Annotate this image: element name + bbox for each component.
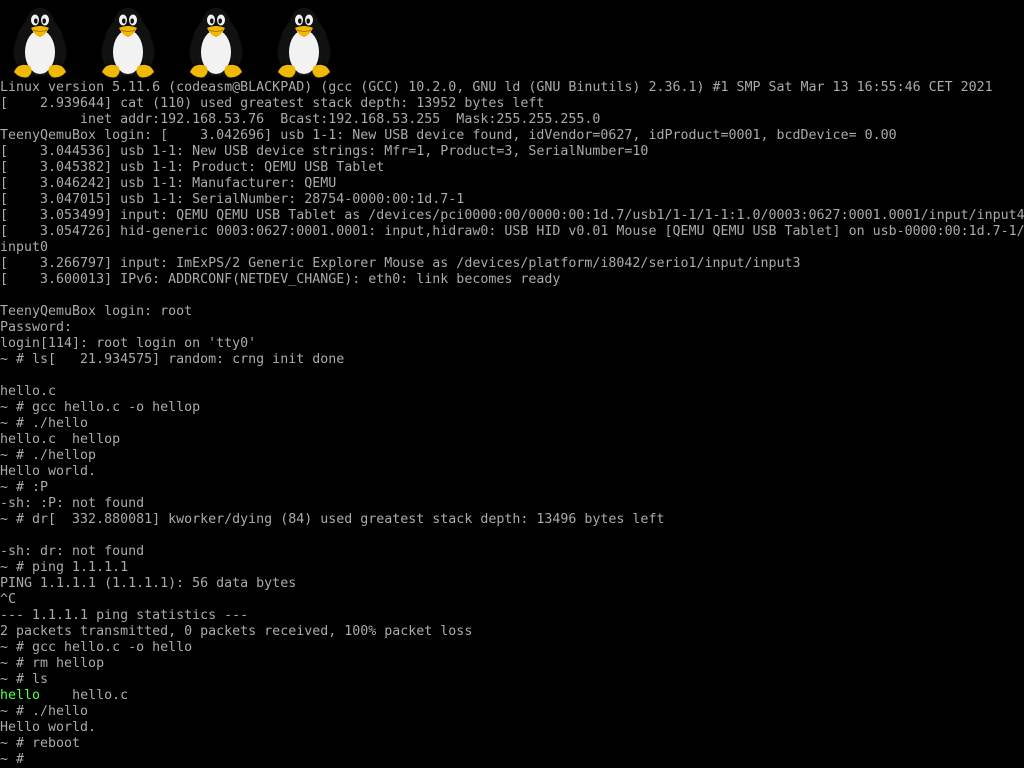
terminal-line: [ 3.054726] hid-generic 0003:0627:0001.0… xyxy=(0,224,1024,239)
terminal-line: ~ # reboot xyxy=(0,736,81,751)
terminal-line: [ 3.053499] input: QEMU QEMU USB Tablet … xyxy=(0,208,1024,223)
terminal-line: TeenyQemuBox login: [ 3.042696] usb 1-1:… xyxy=(0,128,897,143)
terminal-line: ~ # ping 1.1.1.1 xyxy=(0,560,129,575)
terminal-line: -sh: dr: not found xyxy=(0,544,145,559)
terminal-line: [ 2.939644] cat (110) used greatest stac… xyxy=(0,96,545,111)
terminal-line: 2 packets transmitted, 0 packets receive… xyxy=(0,624,473,639)
terminal-line: Hello world. xyxy=(0,464,97,479)
terminal-line: hello.c xyxy=(0,384,57,399)
terminal-line: hello.c hellop xyxy=(0,432,121,447)
tux-penguin-logo-icon xyxy=(264,0,344,80)
terminal-line: ^C xyxy=(0,592,17,607)
terminal-line: Hello world. xyxy=(0,720,97,735)
terminal-line: [ 3.047015] usb 1-1: SerialNumber: 28754… xyxy=(0,192,465,207)
tux-penguin-logo-icon xyxy=(0,0,80,80)
terminal-output[interactable]: Linux version 5.11.6 (codeasm@BLACKPAD) … xyxy=(0,80,1024,768)
terminal-line: Password: xyxy=(0,320,73,335)
tux-penguin-logo-icon xyxy=(88,0,168,80)
terminal-line: [ 3.046242] usb 1-1: Manufacturer: QEMU xyxy=(0,176,337,191)
terminal-line: hello hello.c xyxy=(0,688,1024,704)
terminal-line: [ 3.044536] usb 1-1: New USB device stri… xyxy=(0,144,649,159)
terminal-line: ~ # dr[ 332.880081] kworker/dying (84) u… xyxy=(0,512,665,527)
terminal-line: -sh: :P: not found xyxy=(0,496,145,511)
tux-penguin-logo-icon xyxy=(176,0,256,80)
ls-executable-entry: hello xyxy=(0,688,41,703)
ls-file-entry: hello.c xyxy=(72,688,129,703)
terminal-line: ~ # ls xyxy=(0,672,49,687)
terminal-line: ~ # ./hello xyxy=(0,416,89,431)
terminal-line: inet addr:192.168.53.76 Bcast:192.168.53… xyxy=(0,112,601,127)
linux-framebuffer-console[interactable]: Linux version 5.11.6 (codeasm@BLACKPAD) … xyxy=(0,0,1024,768)
terminal-line: ~ # ls[ 21.934575] random: crng init don… xyxy=(0,352,345,367)
terminal-line: ~ # gcc hello.c -o hello xyxy=(0,640,193,655)
terminal-line: ~ # rm hellop xyxy=(0,656,105,671)
terminal-line: ~ # gcc hello.c -o hellop xyxy=(0,400,201,415)
terminal-line: TeenyQemuBox login: root xyxy=(0,304,193,319)
boot-logo-bar xyxy=(0,0,1024,80)
terminal-line: --- 1.1.1.1 ping statistics --- xyxy=(0,608,249,623)
terminal-line: ~ # ./hello xyxy=(0,704,89,719)
terminal-line: ~ # xyxy=(0,752,33,767)
terminal-line: ~ # :P xyxy=(0,480,49,495)
terminal-line: Linux version 5.11.6 (codeasm@BLACKPAD) … xyxy=(0,80,993,95)
terminal-line: [ 3.045382] usb 1-1: Product: QEMU USB T… xyxy=(0,160,385,175)
ls-separator xyxy=(40,688,72,703)
terminal-line: input0 xyxy=(0,240,49,255)
terminal-line: [ 3.600013] IPv6: ADDRCONF(NETDEV_CHANGE… xyxy=(0,272,561,287)
terminal-line: ~ # ./hellop xyxy=(0,448,97,463)
terminal-line: PING 1.1.1.1 (1.1.1.1): 56 data bytes xyxy=(0,576,297,591)
terminal-line: [ 3.266797] input: ImExPS/2 Generic Expl… xyxy=(0,256,801,271)
terminal-line: login[114]: root login on 'tty0' xyxy=(0,336,257,351)
